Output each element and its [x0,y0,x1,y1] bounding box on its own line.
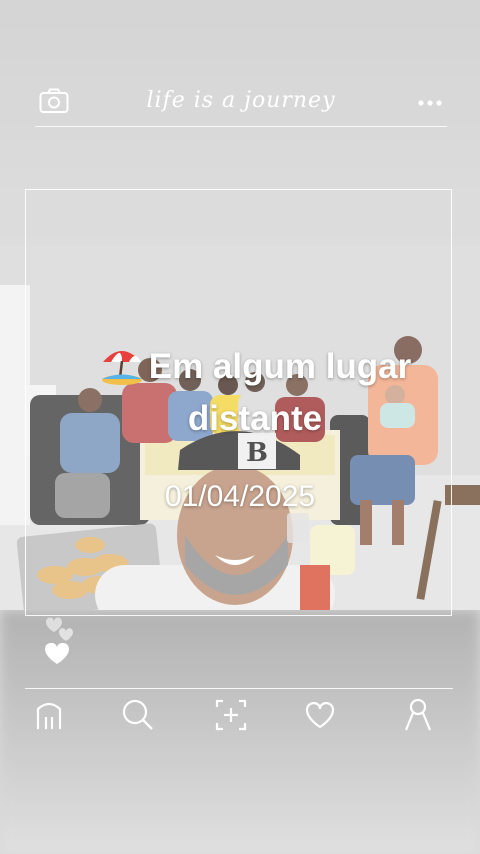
search-icon[interactable] [120,697,156,733]
beach-umbrella-icon [99,340,145,397]
home-icon[interactable] [33,697,69,733]
add-post-icon[interactable] [213,697,249,733]
more-dots-icon[interactable] [417,94,443,112]
bottom-nav [25,695,453,740]
post-caption: Em algum lugar distante [55,340,455,441]
app-title: life is a journey [146,88,336,113]
nav-divider [25,688,453,689]
profile-icon[interactable] [400,697,436,733]
top-bar: life is a journey [35,80,447,127]
likes-heart-icon[interactable] [302,697,338,733]
heart-icon[interactable] [42,640,72,671]
post-date: 01/04/2025 [164,480,316,513]
caption-text: Em algum lugar distante [148,346,412,438]
